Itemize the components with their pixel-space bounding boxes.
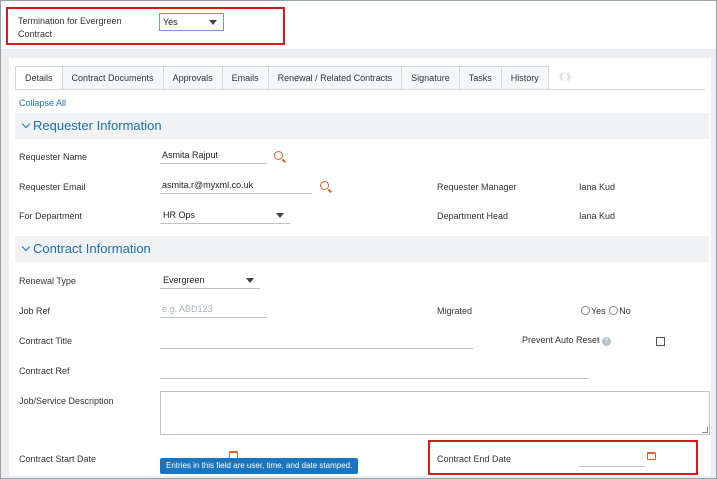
contract-section-header[interactable]: Contract Information	[15, 236, 709, 262]
migrated-label: Migrated	[437, 306, 473, 316]
termination-label: Termination for Evergreen Contract	[18, 16, 122, 39]
search-icon[interactable]	[274, 151, 283, 160]
contract-start-date-label: Contract Start Date	[19, 454, 97, 464]
tab-approvals[interactable]: Approvals	[163, 66, 223, 90]
contract-end-date-field[interactable]	[579, 451, 645, 467]
main-panel: Details Contract Documents Approvals Ema…	[9, 58, 711, 476]
department-head-link[interactable]: Iana Kud	[579, 211, 615, 221]
contract-ref-label: Contract Ref	[19, 366, 70, 376]
tab-signature[interactable]: Signature	[402, 66, 460, 90]
requester-section-header[interactable]: Requester Information	[15, 113, 709, 139]
renewal-type-value: Evergreen	[163, 275, 205, 285]
contract-title-label: Contract Title	[19, 336, 73, 346]
department-value: HR Ops	[163, 210, 196, 220]
prevent-auto-reset-label: Prevent Auto Reset?	[522, 335, 611, 346]
chevron-down-icon	[276, 213, 284, 218]
search-icon[interactable]	[320, 181, 329, 190]
job-ref-label: Job Ref	[19, 306, 51, 316]
contract-section-title: Contract Information	[33, 241, 151, 256]
requester-name-value: Asmita Rajput	[162, 150, 219, 160]
requester-section-title: Requester Information	[33, 118, 162, 133]
calendar-icon[interactable]	[647, 452, 656, 460]
tab-bar: Details Contract Documents Approvals Ema…	[15, 66, 575, 90]
termination-select-value: Yes	[163, 17, 178, 27]
migrated-no-radio[interactable]	[609, 306, 619, 315]
termination-select[interactable]: Yes	[159, 13, 224, 31]
tab-scroll-arrows[interactable]: 《 》	[549, 66, 576, 90]
tab-history[interactable]: History	[501, 66, 549, 90]
tab-emails[interactable]: Emails	[222, 66, 269, 90]
chevron-down-icon	[209, 20, 217, 25]
job-ref-placeholder: e.g. ABD123	[162, 304, 213, 314]
chevron-down-icon	[21, 242, 31, 252]
job-description-label: Job/Service Description	[19, 396, 114, 406]
migrated-options: Yes No	[581, 306, 631, 316]
tab-divider	[15, 89, 705, 90]
help-icon[interactable]: ?	[601, 337, 611, 346]
tab-tasks[interactable]: Tasks	[459, 66, 502, 90]
renewal-type-label: Renewal Type	[19, 276, 76, 286]
contract-ref-field[interactable]	[160, 363, 588, 379]
timestamp-tooltip: Entries in this field are user, time, an…	[160, 458, 359, 474]
requester-name-field[interactable]: Asmita Rajput	[160, 148, 267, 164]
tab-details[interactable]: Details	[15, 66, 63, 90]
requester-manager-label: Requester Manager	[437, 182, 517, 192]
department-select[interactable]: HR Ops	[160, 207, 290, 224]
requester-manager-value: Iana Kud	[579, 182, 616, 192]
requester-email-value: asmita.r@myxml.co.uk	[162, 180, 254, 190]
contract-end-date-label: Contract End Date	[437, 454, 512, 464]
migrated-yes-radio[interactable]	[581, 306, 590, 315]
prevent-auto-reset-checkbox[interactable]	[656, 337, 665, 346]
migrated-yes-label: Yes	[591, 306, 606, 316]
requester-email-field[interactable]: asmita.r@myxml.co.uk	[160, 178, 312, 194]
tab-contract-documents[interactable]: Contract Documents	[62, 66, 164, 90]
department-label: For Department	[19, 211, 83, 221]
prevent-auto-reset-text: Prevent Auto Reset	[522, 335, 600, 345]
requester-name-label: Requester Name	[19, 152, 88, 162]
chevron-down-icon	[21, 119, 31, 129]
migrated-no-label: No	[619, 306, 631, 316]
termination-panel: Termination for Evergreen Contract Yes	[1, 1, 716, 49]
collapse-all-link[interactable]: Collapse All	[19, 98, 66, 108]
job-ref-field[interactable]: e.g. ABD123	[160, 302, 267, 318]
resize-grip-icon[interactable]	[702, 427, 708, 433]
requester-email-label: Requester Email	[19, 182, 86, 192]
department-head-label: Department Head	[437, 211, 509, 221]
chevron-down-icon	[246, 278, 254, 283]
renewal-type-select[interactable]: Evergreen	[160, 272, 260, 289]
tab-renewal-related-contracts[interactable]: Renewal / Related Contracts	[268, 66, 403, 90]
job-description-textarea[interactable]	[160, 391, 710, 435]
contract-title-field[interactable]	[160, 333, 473, 349]
